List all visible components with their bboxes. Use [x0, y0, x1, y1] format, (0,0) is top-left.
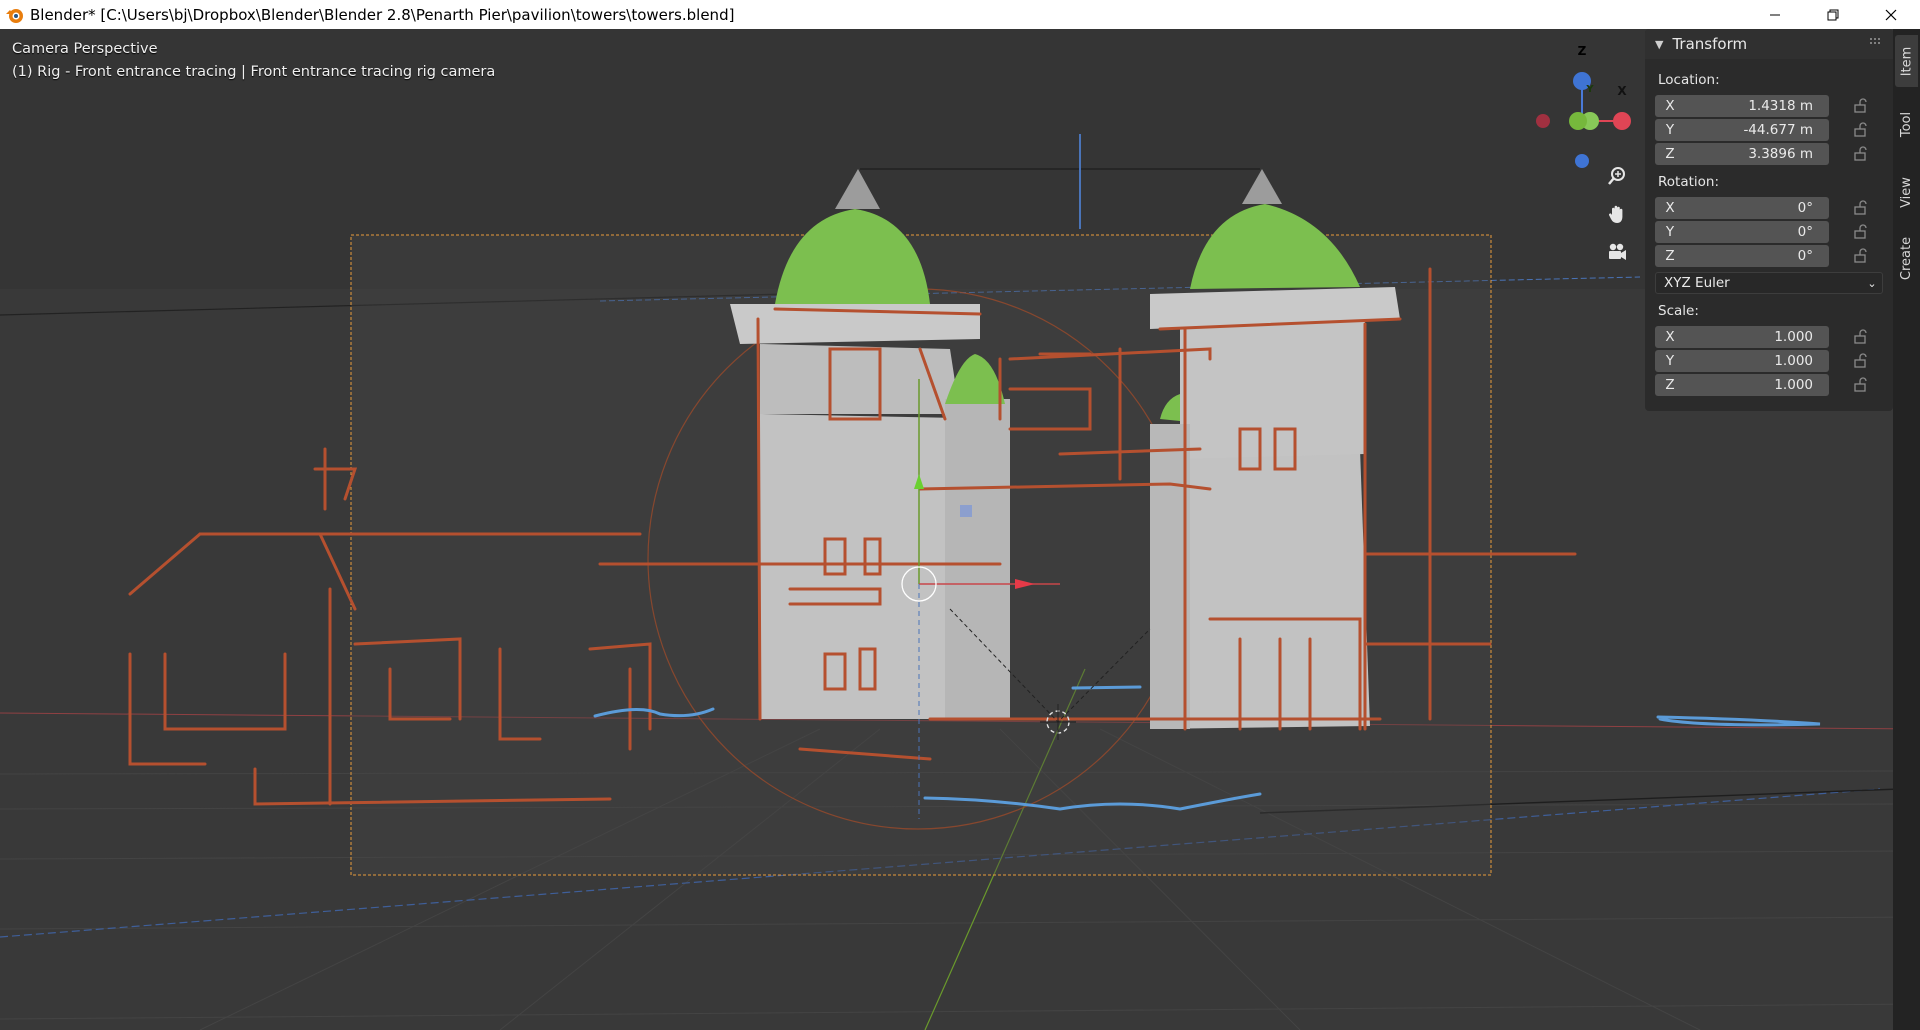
lock-icon[interactable] [1852, 376, 1870, 394]
gizmo-z-label[interactable]: Z [1575, 44, 1589, 58]
location-z-value: 3.3896 m [1748, 146, 1813, 162]
gizmo-x-label[interactable]: X [1615, 84, 1629, 98]
gizmo-y-label[interactable]: Y [1583, 84, 1597, 95]
scale-z-field[interactable]: Z 1.000 [1655, 374, 1829, 396]
3d-viewport[interactable]: Z X Y Camera Perspective (1) Rig - Front… [0, 29, 1920, 1030]
lock-icon[interactable] [1852, 328, 1870, 346]
collapse-triangle-icon[interactable]: ▼ [1655, 38, 1663, 51]
transform-panel-header[interactable]: ▼ Transform [1645, 29, 1893, 59]
lock-icon[interactable] [1852, 121, 1870, 139]
location-label: Location: [1658, 72, 1720, 88]
zoom-button[interactable] [1602, 161, 1632, 191]
panel-title: Transform [1672, 35, 1748, 53]
lock-icon[interactable] [1852, 145, 1870, 163]
rotation-x-value: 0° [1797, 200, 1813, 216]
location-y-field[interactable]: Y -44.677 m [1655, 119, 1829, 141]
tab-tool-label: Tool [1899, 111, 1915, 137]
lock-icon[interactable] [1852, 352, 1870, 370]
tab-item[interactable]: Item [1895, 35, 1918, 87]
scale-z-value: 1.000 [1774, 377, 1813, 393]
tab-view-label: View [1899, 176, 1915, 208]
sidebar-tabs: Item Tool View Create [1893, 29, 1920, 1030]
axis-label: Z [1665, 377, 1675, 393]
location-x-value: 1.4318 m [1748, 98, 1813, 114]
close-icon [1885, 9, 1897, 20]
window-title: Blender* [C:\Users\bj\Dropbox\Blender\Bl… [30, 5, 735, 24]
scale-label: Scale: [1658, 303, 1699, 319]
blender-logo-icon [6, 8, 23, 23]
lock-icon[interactable] [1852, 199, 1870, 217]
rotation-y-field[interactable]: Y 0° [1655, 221, 1829, 243]
drag-grip-icon[interactable] [1869, 37, 1883, 47]
hand-pan-icon [1608, 205, 1623, 223]
rotation-z-field[interactable]: Z 0° [1655, 245, 1829, 267]
window-titlebar: Blender* [C:\Users\bj\Dropbox\Blender\Bl… [0, 0, 1920, 29]
restore-button[interactable] [1804, 0, 1862, 29]
object-info: (1) Rig - Front entrance tracing | Front… [12, 64, 496, 80]
close-button[interactable] [1862, 0, 1920, 29]
scale-y-value: 1.000 [1774, 353, 1813, 369]
zoom-icon [1608, 167, 1625, 185]
location-y-value: -44.677 m [1743, 122, 1813, 138]
axis-label: Y [1665, 353, 1675, 369]
view-name: Camera Perspective [12, 41, 158, 57]
axis-label: X [1665, 329, 1675, 345]
minimize-icon [1770, 14, 1780, 15]
tab-tool[interactable]: Tool [1895, 93, 1918, 155]
tab-create-label: Create [1899, 236, 1915, 280]
rotation-mode-value: XYZ Euler [1664, 275, 1730, 291]
camera-view-button[interactable] [1602, 237, 1632, 267]
lock-icon[interactable] [1852, 247, 1870, 265]
axis-label: X [1665, 98, 1675, 114]
chevron-down-icon: ⌄ [1867, 276, 1877, 290]
tab-view[interactable]: View [1895, 161, 1918, 223]
rotation-label: Rotation: [1658, 174, 1720, 190]
tab-item-label: Item [1899, 46, 1914, 76]
rotation-mode-dropdown[interactable]: XYZ Euler ⌄ [1655, 272, 1883, 294]
tab-create[interactable]: Create [1895, 227, 1918, 289]
axis-label: Z [1665, 146, 1675, 162]
transform-panel: ▼ Transform Location: X 1.4318 m Y -44.677… [1645, 29, 1893, 411]
scale-x-value: 1.000 [1774, 329, 1813, 345]
minimize-button[interactable] [1746, 0, 1804, 29]
location-z-field[interactable]: Z 3.3896 m [1655, 143, 1829, 165]
scale-x-field[interactable]: X 1.000 [1655, 326, 1829, 348]
location-x-field[interactable]: X 1.4318 m [1655, 95, 1829, 117]
restore-icon [1827, 9, 1839, 20]
axis-label: Y [1665, 122, 1675, 138]
rotation-z-value: 0° [1797, 248, 1813, 264]
axis-label: Z [1665, 248, 1675, 264]
rotation-x-field[interactable]: X 0° [1655, 197, 1829, 219]
lock-icon[interactable] [1852, 223, 1870, 241]
rotation-y-value: 0° [1797, 224, 1813, 240]
lock-icon[interactable] [1852, 97, 1870, 115]
camera-view-icon [1609, 243, 1626, 260]
viewport-scene[interactable] [0, 29, 1920, 1030]
axis-label: X [1665, 200, 1675, 216]
scale-y-field[interactable]: Y 1.000 [1655, 350, 1829, 372]
axis-label: Y [1665, 224, 1675, 240]
pan-button[interactable] [1602, 199, 1632, 229]
